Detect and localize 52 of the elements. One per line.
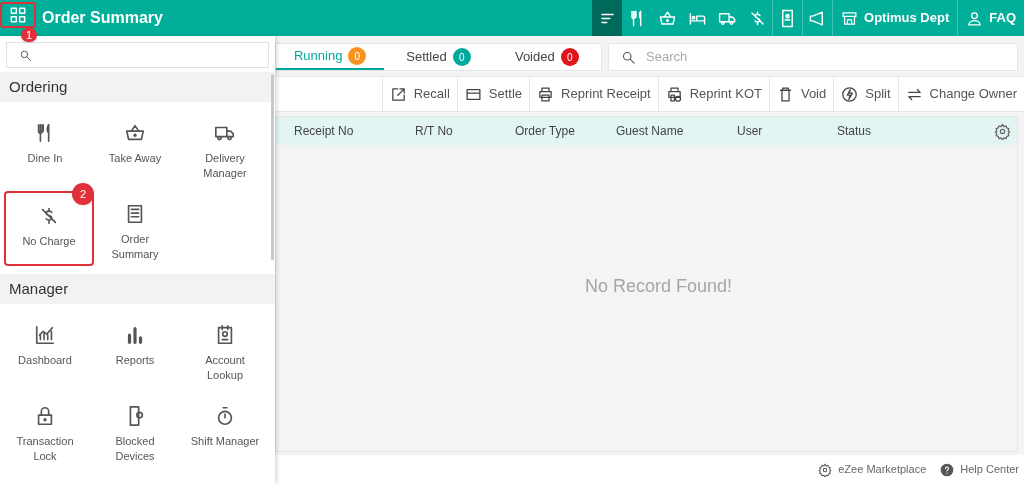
menu-tile[interactable]: Transaction Lock	[0, 393, 90, 468]
menu-tile[interactable]: Account Lookup	[180, 312, 270, 387]
user-icon	[966, 9, 984, 27]
basket-icon	[657, 8, 677, 28]
search-icon	[621, 49, 636, 65]
column-header: Order Type	[515, 123, 576, 140]
step-badge: 2	[72, 183, 94, 205]
count-badge: 0	[452, 48, 471, 66]
search-icon	[19, 48, 32, 62]
printer-icon	[537, 85, 555, 103]
grid-icon	[8, 5, 28, 25]
column-header: User	[737, 123, 764, 140]
toolbar-button[interactable]	[592, 0, 623, 36]
menu-tile[interactable]: Shift Manager	[180, 393, 270, 468]
action-button[interactable]: Split	[833, 77, 898, 111]
column-header: Status	[837, 123, 873, 140]
menu-tile[interactable]: Dashboard	[0, 312, 90, 387]
action-button[interactable]: Void	[768, 77, 834, 111]
tab[interactable]: Settled 0	[384, 44, 493, 70]
apps-menu-button[interactable]	[0, 2, 36, 28]
settings-button[interactable]	[994, 122, 1011, 140]
action-button[interactable]: Settle	[456, 77, 530, 111]
bolt-icon	[841, 85, 859, 103]
tab[interactable]: Voided 0	[492, 44, 601, 70]
external-link-icon	[389, 85, 407, 103]
line-chart-icon	[34, 324, 56, 346]
page-title: Order Summary	[42, 8, 163, 28]
count-badge: 0	[348, 47, 367, 65]
action-button[interactable]: Recall	[381, 77, 457, 111]
column-header: Guest Name	[616, 123, 685, 140]
action-button[interactable]: Reprint KOT	[657, 77, 769, 111]
menu-tile[interactable]: Delivery Manager	[180, 110, 270, 185]
menu-tile[interactable]: Take Away	[90, 110, 180, 185]
settings-icon	[994, 122, 1011, 140]
store-icon	[841, 9, 859, 27]
menu-tile[interactable]: Reports	[90, 312, 180, 387]
action-button[interactable]: Change Owner	[897, 77, 1024, 111]
printer-clock-icon	[665, 85, 683, 103]
help-icon	[940, 462, 955, 477]
settings-icon	[818, 462, 833, 477]
menu-tile[interactable]: Dine In	[0, 110, 90, 185]
menu-tile[interactable]: Blocked Devices	[90, 393, 180, 468]
column-header: Receipt No	[293, 123, 355, 140]
count-badge: 0	[560, 48, 579, 66]
search-field[interactable]	[6, 42, 269, 68]
section-header: Ordering	[0, 72, 275, 102]
footer-link[interactable]: Help Center	[940, 461, 1019, 478]
section-header: Manager	[0, 274, 275, 304]
column-header: R/T No	[415, 123, 454, 140]
action-button[interactable]: Reprint Receipt	[529, 77, 658, 111]
empty-message: No Record Found!	[583, 274, 733, 298]
footer-link[interactable]: eZee Marketplace	[818, 461, 927, 478]
